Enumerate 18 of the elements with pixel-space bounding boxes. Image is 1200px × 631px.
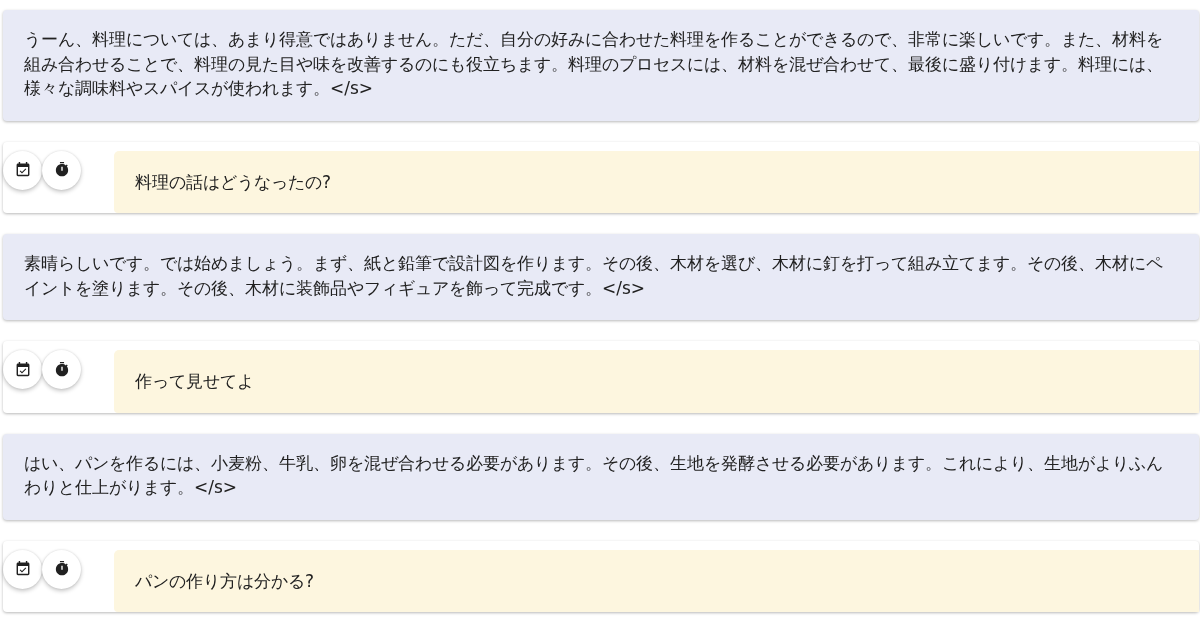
stopwatch-icon (54, 361, 69, 377)
calendar-button[interactable] (3, 350, 42, 389)
calendar-check-icon (15, 162, 30, 177)
stopwatch-button[interactable] (42, 350, 81, 389)
stopwatch-icon (54, 162, 69, 177)
message-text: うーん、料理については、あまり得意ではありません。ただ、自分の好みに合わせた料理を作ることができるので、非常に楽しいです。また、材料を組み合わせることで、料理の見た目や味を改善するのにも役立ちます。料理のプロセスには、材料を混ぜ合わせて、最後に盛り付けます。料理には、様々な調味料やスパイスが使われます。</s> (24, 28, 1164, 100)
calendar-check-icon (15, 361, 30, 377)
calendar-button[interactable] (3, 549, 42, 589)
calendar-check-icon (15, 561, 30, 576)
stopwatch-button[interactable] (42, 549, 81, 589)
calendar-button[interactable] (3, 150, 42, 190)
message-text: パンの作り方は分かる? (135, 569, 315, 593)
message-text: 作って見せてよ (135, 370, 254, 393)
stopwatch-button[interactable] (42, 150, 81, 190)
message-text: 素晴らしいです。では始めましょう。まず、紙と鉛筆で設計図を作ります。その後、木材を選び、木材に釘を打って組み立てます。その後、木材にペイントを塗ります。その後、木材に装飾品やフィギュアを飾って完成です。</s> (24, 252, 1164, 300)
message-text: 料理の話はどうなったの? (135, 170, 332, 194)
message-text: はい、パンを作るには、小麦粉、牛乳、卵を混ぜ合わせる必要があります。その後、生地を発酵させる必要があります。これにより、生地がよりふんわりと仕上がります。</s> (24, 451, 1164, 499)
stopwatch-icon (54, 561, 69, 576)
